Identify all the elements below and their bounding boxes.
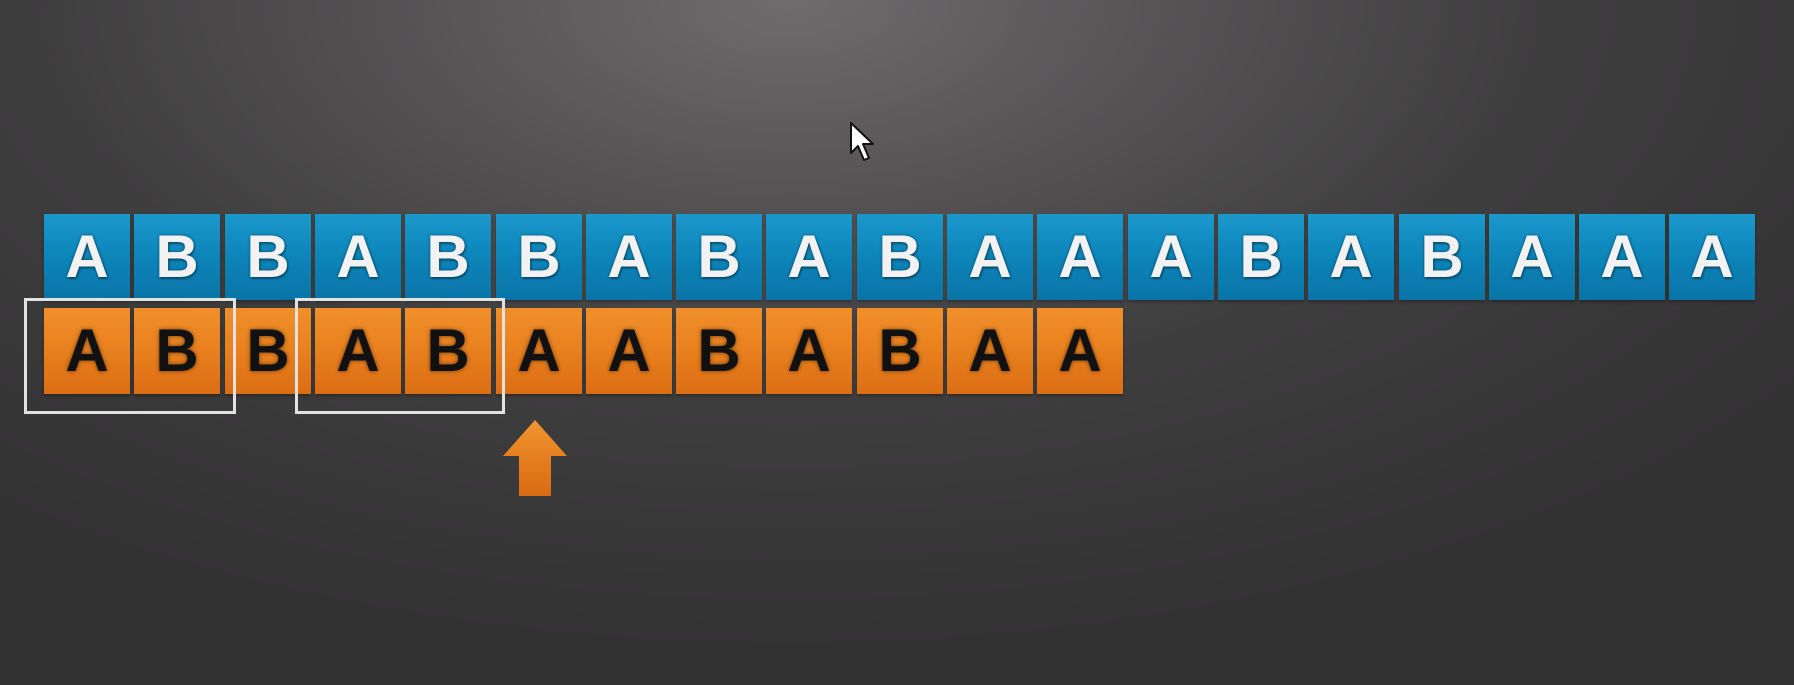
text-tile-2: B <box>134 214 220 300</box>
text-tile-8: B <box>676 214 762 300</box>
text-tile-10: B <box>857 214 943 300</box>
up-arrow-icon <box>503 420 567 496</box>
text-tile-18: A <box>1579 214 1665 300</box>
text-tile-13: A <box>1128 214 1214 300</box>
text-tile-9: A <box>766 214 852 300</box>
match-highlight-box-2 <box>295 298 505 414</box>
pattern-tile-7: A <box>586 308 672 394</box>
text-tile-1: A <box>44 214 130 300</box>
text-tile-6: B <box>496 214 582 300</box>
text-tile-16: B <box>1399 214 1485 300</box>
pattern-tile-6: A <box>496 308 582 394</box>
pattern-tile-9: A <box>766 308 852 394</box>
text-tile-14: B <box>1218 214 1304 300</box>
text-tile-15: A <box>1308 214 1394 300</box>
pattern-tile-11: A <box>947 308 1033 394</box>
text-tile-17: A <box>1489 214 1575 300</box>
mouse-cursor-icon <box>850 122 874 161</box>
text-tile-7: A <box>586 214 672 300</box>
match-highlight-box-1 <box>24 298 236 414</box>
pattern-tile-10: B <box>857 308 943 394</box>
pattern-tile-12: A <box>1037 308 1123 394</box>
text-tile-3: B <box>225 214 311 300</box>
text-tile-19: A <box>1669 214 1755 300</box>
text-tile-12: A <box>1037 214 1123 300</box>
text-tile-4: A <box>315 214 401 300</box>
text-tile-5: B <box>405 214 491 300</box>
text-tile-11: A <box>947 214 1033 300</box>
pattern-tile-8: B <box>676 308 762 394</box>
